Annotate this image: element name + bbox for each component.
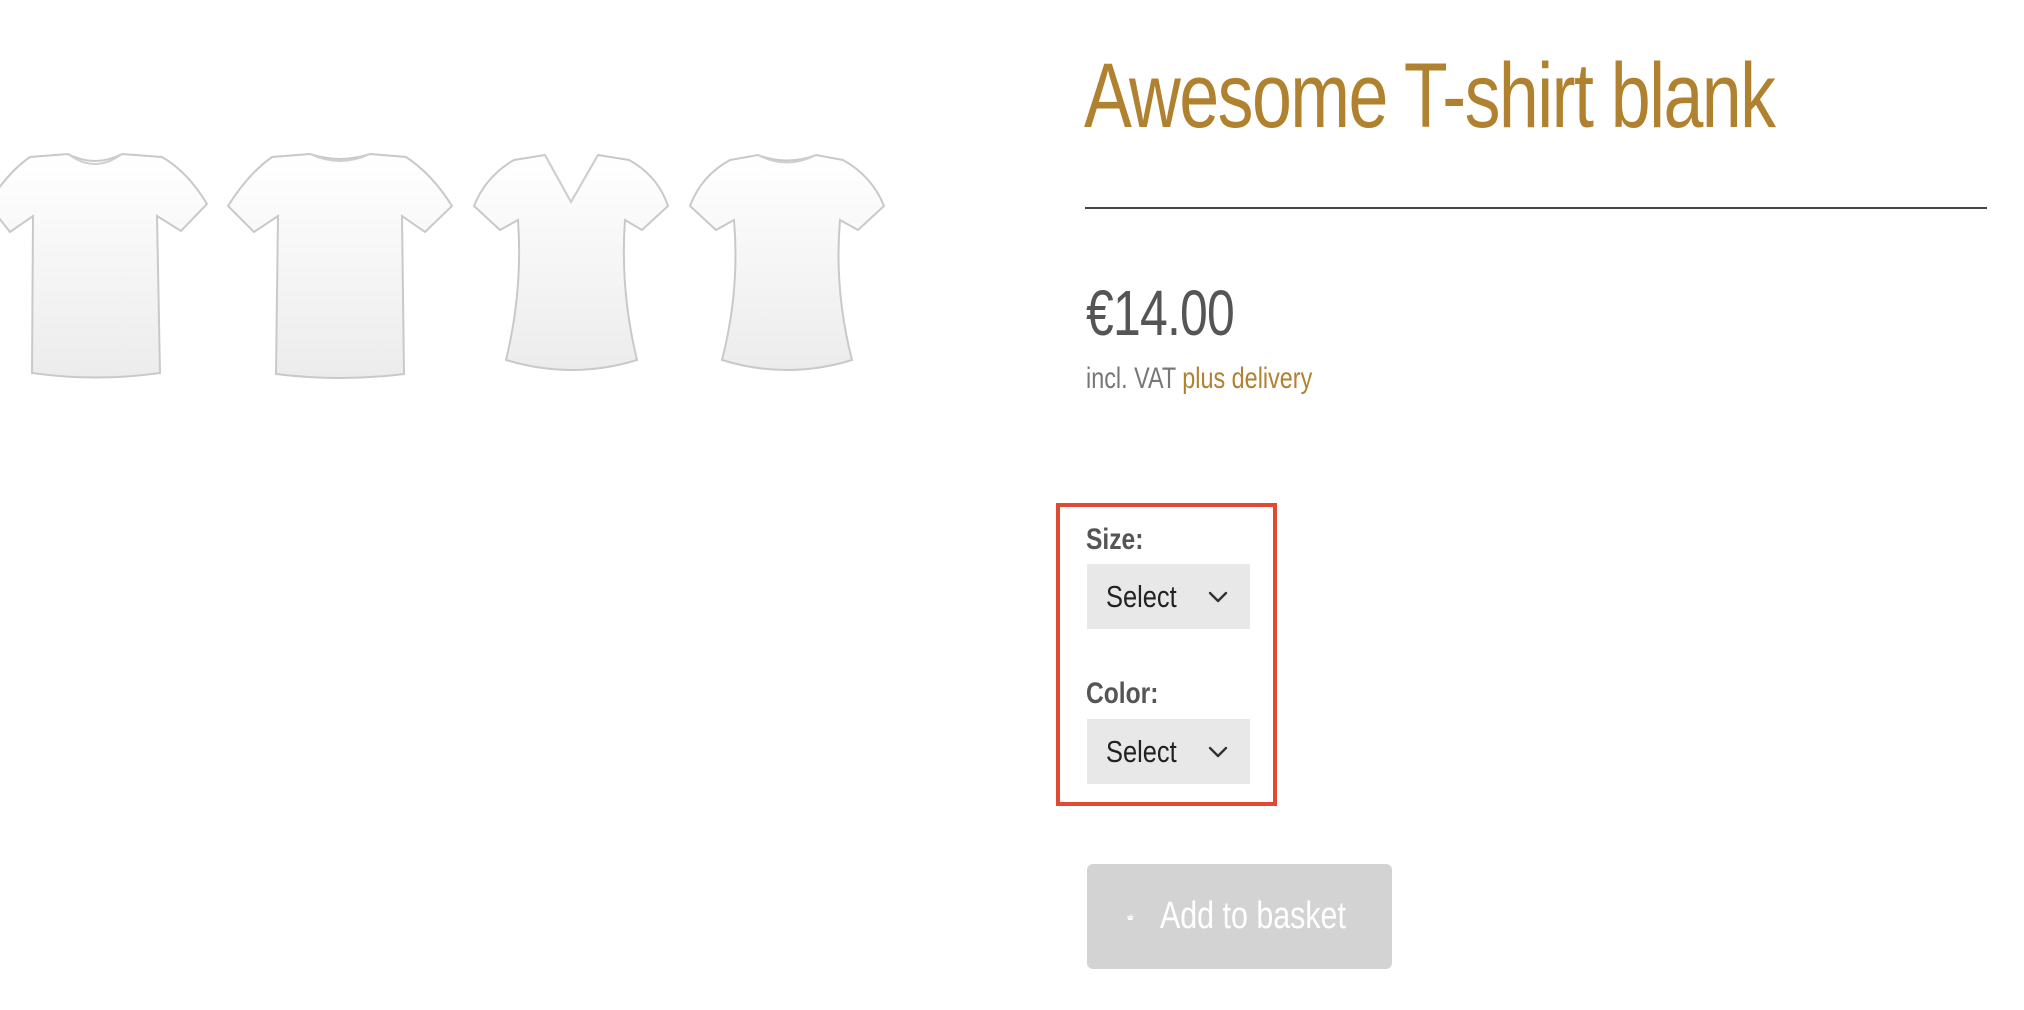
- tshirt-women-icon: [688, 153, 886, 371]
- tshirt-crew-icon: [0, 152, 209, 379]
- product-price: €14.00: [1086, 277, 1235, 349]
- tax-note-text: incl. VAT: [1086, 362, 1176, 395]
- tshirt-regular-icon: [226, 152, 454, 379]
- size-label: Size:: [1086, 523, 1144, 556]
- delivery-link[interactable]: plus delivery: [1182, 362, 1312, 395]
- color-select[interactable]: Select: [1087, 719, 1250, 784]
- title-divider: [1085, 207, 1987, 209]
- product-page: Awesome T-shirt blank €14.00 incl. VAT p…: [0, 0, 2024, 1010]
- size-select[interactable]: Select: [1087, 564, 1250, 629]
- add-to-basket-label: Add to basket: [1159, 895, 1346, 937]
- basket-icon: [1127, 913, 1134, 920]
- chevron-down-icon: [1208, 591, 1228, 602]
- product-title: Awesome T-shirt blank: [1084, 45, 1776, 147]
- product-image: [0, 140, 900, 400]
- size-select-value: Select: [1106, 578, 1177, 614]
- tshirt-vneck-icon: [472, 153, 670, 371]
- tax-note: incl. VAT plus delivery: [1086, 362, 1312, 396]
- chevron-down-icon: [1208, 746, 1228, 757]
- add-to-basket-button[interactable]: Add to basket: [1087, 864, 1392, 969]
- color-label: Color:: [1086, 677, 1159, 710]
- color-select-value: Select: [1106, 733, 1177, 769]
